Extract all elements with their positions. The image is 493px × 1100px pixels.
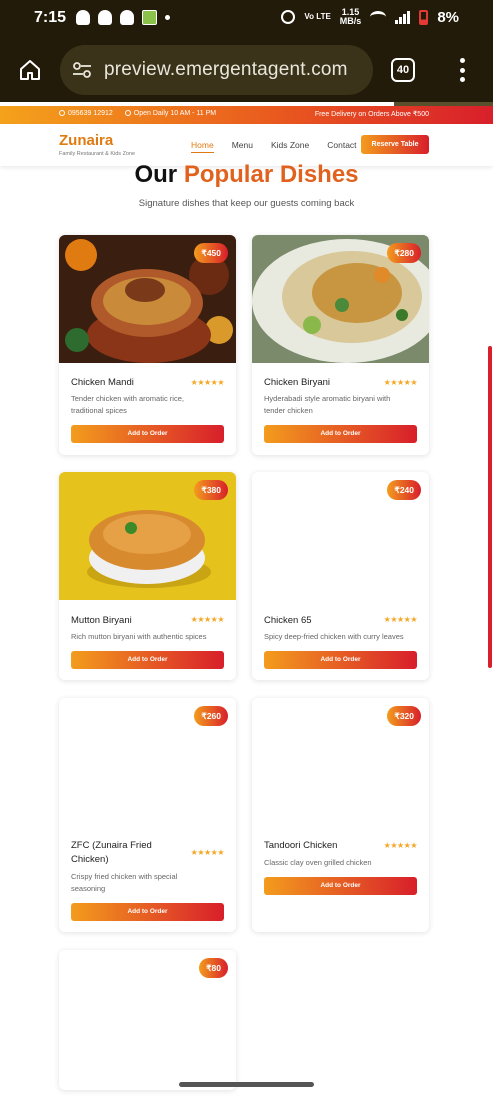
url-text: preview.emergentagent.com bbox=[104, 59, 348, 80]
price-badge: ₹450 bbox=[194, 243, 228, 263]
section-title-highlight: Popular Dishes bbox=[183, 161, 359, 188]
rating-stars: ★★★★★ bbox=[190, 378, 225, 387]
brand-logo[interactable]: Zunaira bbox=[59, 132, 113, 149]
dish-name: Tandoori Chicken bbox=[264, 840, 338, 851]
snapchat-icon bbox=[76, 10, 90, 25]
phone-number: 095639 12912 bbox=[68, 110, 113, 117]
dish-card: ₹280 Chicken Biryani ★★★★★ Hyderabadi st… bbox=[252, 235, 429, 455]
dish-name: ZFC (Zunaira Fried Chicken) bbox=[71, 840, 152, 865]
rating-stars: ★★★★★ bbox=[383, 378, 418, 387]
gesture-navigation-bar[interactable] bbox=[179, 1082, 314, 1087]
snapchat-icon bbox=[120, 10, 134, 25]
signal-icon bbox=[395, 10, 411, 24]
dish-card: ₹380 Mutton Biryani ★★★★★ Rich mutton bi… bbox=[59, 472, 236, 680]
nav-kids-zone[interactable]: Kids Zone bbox=[271, 140, 309, 153]
network-speed-unit: MB/s bbox=[339, 16, 362, 26]
battery-percent: 8% bbox=[437, 8, 459, 26]
price-badge: ₹240 bbox=[387, 480, 421, 500]
dish-description: Tender chicken with aromatic rice, tradi… bbox=[71, 394, 184, 415]
section-title-prefix: Our bbox=[134, 161, 184, 188]
browser-chrome: 7:15 Vo LTE 1.15 MB/s 8% preview.emergen… bbox=[0, 0, 493, 106]
site-navbar: Zunaira Family Restaurant & Kids Zone Ho… bbox=[0, 124, 493, 166]
add-to-order-button[interactable]: Add to Order bbox=[71, 903, 224, 921]
snapchat-icon bbox=[98, 10, 112, 25]
dish-card: ₹80 bbox=[59, 950, 236, 1090]
rating-stars: ★★★★★ bbox=[383, 615, 418, 624]
add-to-order-button[interactable]: Add to Order bbox=[264, 425, 417, 443]
nav-menu: Home Menu Kids Zone Contact bbox=[191, 140, 357, 153]
dish-description: Spicy deep-fried chicken with curry leav… bbox=[264, 632, 404, 641]
site-settings-icon[interactable] bbox=[72, 62, 92, 78]
phone-icon bbox=[59, 110, 65, 116]
dish-description: Crispy fried chicken with special season… bbox=[71, 872, 178, 893]
dish-name: Mutton Biryani bbox=[71, 615, 132, 626]
dish-name: Chicken Biryani bbox=[264, 377, 330, 388]
section-subtitle: Signature dishes that keep our guests co… bbox=[138, 198, 355, 209]
rating-stars: ★★★★★ bbox=[190, 848, 225, 857]
page-scrollbar[interactable] bbox=[488, 346, 492, 668]
add-to-order-button[interactable]: Add to Order bbox=[264, 651, 417, 669]
status-bar: 7:15 Vo LTE 1.15 MB/s 8% bbox=[0, 0, 493, 36]
rating-stars: ★★★★★ bbox=[383, 841, 418, 850]
price-badge: ₹80 bbox=[199, 958, 228, 978]
dish-card: ₹450 Chicken Mandi ★★★★★ Tender chicken … bbox=[59, 235, 236, 455]
tab-switcher-button[interactable]: 40 bbox=[391, 58, 415, 82]
price-badge: ₹320 bbox=[387, 706, 421, 726]
opening-hours: Open Daily 10 AM - 11 PM bbox=[133, 110, 217, 117]
section-title: Our Popular Dishes bbox=[0, 161, 493, 189]
address-bar[interactable]: preview.emergentagent.com bbox=[60, 45, 373, 95]
nav-home[interactable]: Home bbox=[191, 140, 214, 153]
price-badge: ₹280 bbox=[387, 243, 421, 263]
nav-menu-link[interactable]: Menu bbox=[232, 140, 253, 153]
notification-icons bbox=[76, 10, 170, 25]
system-icons: Vo LTE 1.15 MB/s 8% bbox=[281, 8, 459, 26]
hours-info: Open Daily 10 AM - 11 PM bbox=[124, 110, 217, 117]
more-notifications-dot bbox=[165, 15, 170, 20]
reserve-table-button[interactable]: Reserve Table bbox=[361, 135, 429, 154]
status-time: 7:15 bbox=[34, 9, 67, 26]
dish-description: Rich mutton biryani with authentic spice… bbox=[71, 632, 207, 641]
phone-info[interactable]: 095639 12912 bbox=[59, 110, 113, 117]
dish-card: ₹240 Chicken 65 ★★★★★ Spicy deep-fried c… bbox=[252, 472, 429, 680]
dish-description: Classic clay oven grilled chicken bbox=[264, 858, 372, 867]
nav-contact[interactable]: Contact bbox=[327, 140, 356, 153]
add-to-order-button[interactable]: Add to Order bbox=[71, 425, 224, 443]
price-badge: ₹380 bbox=[194, 480, 228, 500]
volte-indicator: Vo LTE bbox=[304, 12, 331, 21]
home-icon[interactable] bbox=[18, 58, 42, 82]
network-speed: 1.15 MB/s bbox=[340, 8, 362, 26]
location-icon bbox=[124, 110, 131, 116]
dish-name: Chicken Mandi bbox=[71, 377, 134, 388]
dish-name: Chicken 65 bbox=[264, 615, 312, 626]
add-to-order-button[interactable]: Add to Order bbox=[71, 651, 224, 669]
browser-toolbar: preview.emergentagent.com 40 bbox=[0, 42, 493, 100]
app-notification-icon bbox=[142, 10, 157, 25]
wifi-icon bbox=[370, 11, 387, 23]
info-bar: 095639 12912 Open Daily 10 AM - 11 PM Fr… bbox=[0, 106, 493, 124]
battery-icon bbox=[419, 9, 429, 25]
dish-description: Hyderabadi style aromatic biryani with t… bbox=[264, 394, 391, 415]
alarm-icon bbox=[281, 10, 296, 24]
add-to-order-button[interactable]: Add to Order bbox=[264, 877, 417, 895]
dish-card: ₹320 Tandoori Chicken ★★★★★ Classic clay… bbox=[252, 698, 429, 932]
browser-menu-icon[interactable] bbox=[459, 58, 465, 82]
delivery-promo: Free Delivery on Orders Above ₹500 bbox=[314, 111, 429, 118]
price-badge: ₹260 bbox=[194, 706, 228, 726]
brand-tagline: Family Restaurant & Kids Zone bbox=[59, 151, 136, 157]
rating-stars: ★★★★★ bbox=[190, 615, 225, 624]
dish-card: ₹260 ZFC (Zunaira Fried Chicken) ★★★★★ C… bbox=[59, 698, 236, 932]
